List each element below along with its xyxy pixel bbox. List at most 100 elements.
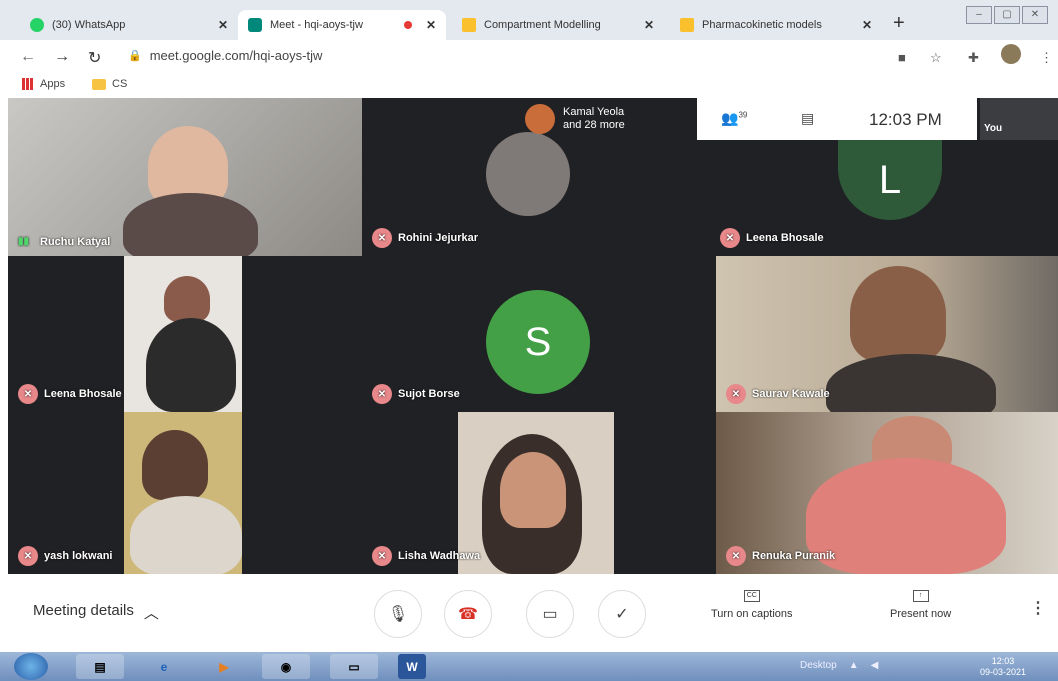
extensions-icon[interactable]: ✚ (968, 50, 979, 66)
window-controls: – ▢ ✕ (966, 6, 1048, 24)
file-explorer-icon[interactable]: ▤ (76, 654, 124, 679)
others-name: Kamal Yeola (563, 106, 625, 118)
mic-muted-icon: ✕ (372, 546, 392, 566)
forward-button[interactable]: → (54, 48, 70, 66)
mic-muted-icon: ✕ (18, 546, 38, 566)
participant-tile[interactable]: L ✕ Leena Bhosale (710, 140, 1058, 256)
url-text: meet.google.com/hqi-aoys-tjw (149, 48, 323, 63)
present-icon: ↑ (912, 590, 929, 602)
participant-name: ✕ Lisha Wadhawa (372, 546, 480, 566)
desktop-toolbar-label[interactable]: Desktop (800, 660, 837, 671)
participant-name: ✕ Renuka Puranik (726, 546, 835, 566)
minimize-button[interactable]: – (966, 6, 992, 24)
new-tab-button[interactable]: + (893, 12, 905, 35)
participant-count: 39 (738, 110, 748, 120)
windows-taskbar: ▤ e ▶ ◉ ▭ W Desktop ▲ ◀ 12:03 09-03-2021 (0, 652, 1058, 681)
participant-video (164, 276, 210, 322)
tab-label: Pharmacokinetic models (702, 19, 822, 31)
leave-call-button[interactable]: ☎ (444, 590, 492, 638)
tab-whatsapp[interactable]: (30) WhatsApp ✕ (20, 10, 238, 40)
mic-muted-icon: ✕ (372, 228, 392, 248)
lock-icon: 🔒 (128, 50, 142, 62)
participant-name: ✕ Leena Bhosale (720, 228, 824, 248)
start-button[interactable] (14, 653, 48, 680)
captions-button[interactable]: CC Turn on captions (711, 590, 793, 620)
participant-tile[interactable]: ▮▮ Ruchu Katyal (8, 98, 362, 256)
self-view-tile[interactable]: You (980, 98, 1058, 140)
participant-tile[interactable]: ✕ Leena Bhosale (8, 256, 362, 412)
participant-tile[interactable]: ✕ Lisha Wadhawa (362, 412, 710, 574)
tab-label: Compartment Modelling (484, 19, 601, 31)
others-count: and 28 more (563, 119, 625, 131)
more-participants-indicator[interactable]: Kamal Yeola and 28 more (525, 104, 625, 134)
chrome-icon[interactable]: ◉ (262, 654, 310, 679)
tab-meet[interactable]: Meet - hqi-aoys-tjw ✕ (238, 10, 446, 40)
end-call-icon: ☎ (458, 606, 478, 623)
bookmark-apps[interactable]: Apps (22, 78, 65, 90)
close-tab-icon[interactable]: ✕ (862, 18, 872, 32)
participant-video (458, 412, 614, 574)
microphone-button[interactable]: 🎙 (374, 590, 422, 638)
close-window-button[interactable]: ✕ (1022, 6, 1048, 24)
bookmark-label: Apps (40, 78, 66, 90)
bookmark-star-icon[interactable]: ☆ (930, 50, 942, 66)
close-tab-icon[interactable]: ✕ (218, 18, 228, 32)
tab-label: (30) WhatsApp (52, 19, 126, 31)
participant-tile[interactable]: ✕ Renuka Puranik (716, 412, 1058, 574)
chat-icon[interactable]: ▤ (801, 110, 814, 127)
meeting-details-button[interactable]: Meeting details ︿ (33, 602, 159, 623)
present-now-button[interactable]: ↑ Present now (890, 590, 951, 620)
avatar-letter: S (486, 290, 590, 394)
meet-icon (248, 18, 262, 32)
word-icon[interactable]: W (398, 654, 426, 679)
volume-icon[interactable]: ◀ (871, 660, 879, 671)
profile-avatar[interactable] (1001, 44, 1021, 64)
camera-button[interactable]: ▭ (526, 590, 574, 638)
tab-label: Meet - hqi-aoys-tjw (270, 19, 363, 31)
address-bar[interactable]: 🔒 meet.google.com/hqi-aoys-tjw (128, 48, 322, 63)
mic-muted-icon: ✕ (372, 384, 392, 404)
media-player-icon[interactable]: ▶ (200, 654, 248, 679)
tab-compartment-modelling[interactable]: Compartment Modelling ✕ (452, 10, 664, 40)
reload-button[interactable]: ↻ (88, 48, 101, 68)
participant-tile[interactable]: ✕ yash lokwani (8, 412, 362, 574)
participant-video (124, 256, 242, 412)
camera-icon: ▭ (542, 606, 558, 623)
close-tab-icon[interactable]: ✕ (426, 18, 436, 32)
participant-video (500, 452, 566, 528)
close-tab-icon[interactable]: ✕ (644, 18, 654, 32)
more-options-icon[interactable]: ⋮ (1030, 598, 1046, 618)
participant-tile[interactable]: ✕ Saurav Kawale (716, 256, 1058, 412)
speaking-indicator-icon: ▮▮ (18, 236, 30, 247)
people-icon[interactable]: 👥39 (721, 110, 747, 127)
maximize-button[interactable]: ▢ (994, 6, 1020, 24)
chrome-menu-icon[interactable]: ⋮ (1040, 50, 1053, 66)
mic-muted-icon: ✕ (726, 384, 746, 404)
participant-name: ✕ Sujot Borse (372, 384, 460, 404)
self-label: You (984, 123, 1003, 134)
participant-video (806, 458, 1006, 574)
folder-icon[interactable]: ▭ (330, 654, 378, 679)
network-icon[interactable]: ▲ (849, 660, 859, 671)
checkmark-icon: ✓ (615, 606, 629, 623)
checkmark-button[interactable]: ✓ (598, 590, 646, 638)
participant-tile[interactable]: S ✕ Sujot Borse (362, 256, 710, 412)
chevron-up-icon: ︿ (143, 605, 159, 622)
meet-info-bar: 👥39 ▤ 12:03 PM (697, 98, 977, 140)
taskbar-clock[interactable]: 12:03 09-03-2021 (980, 656, 1026, 678)
system-tray: Desktop ▲ ◀ (800, 660, 878, 671)
camera-indicator-icon[interactable]: ■ (898, 50, 906, 65)
bookmark-cs[interactable]: CS (92, 78, 127, 90)
tab-pharmacokinetic-models[interactable]: Pharmacokinetic models ✕ (670, 10, 882, 40)
bookmarks-bar: Apps CS (0, 74, 1058, 98)
folder-icon (92, 78, 106, 90)
participant-name: ✕ Saurav Kawale (726, 384, 830, 404)
mic-muted-icon: ✕ (720, 228, 740, 248)
slides-icon (462, 18, 476, 32)
participant-name: ✕ yash lokwani (18, 546, 112, 566)
microphone-icon: 🎙 (387, 606, 409, 623)
internet-explorer-icon[interactable]: e (140, 654, 188, 679)
meet-controls-bar: Meeting details ︿ 🎙 ☎ ▭ ✓ CC Turn on cap… (8, 574, 1058, 652)
back-button[interactable]: ← (20, 48, 36, 66)
browser-tab-strip: (30) WhatsApp ✕ Meet - hqi-aoys-tjw ✕ Co… (0, 0, 1058, 40)
